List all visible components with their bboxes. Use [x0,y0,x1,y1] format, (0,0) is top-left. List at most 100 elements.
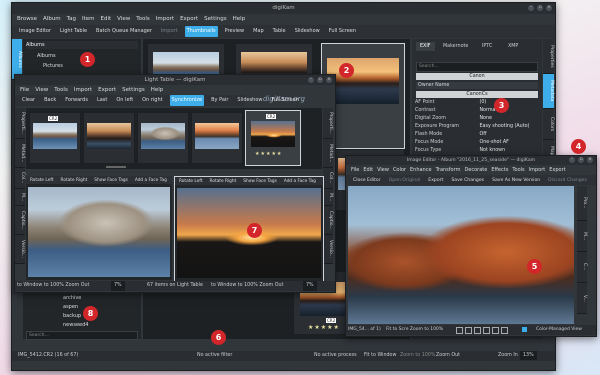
discard-changes-button[interactable]: Discard Changes [546,175,589,186]
side-tab-metadata[interactable]: Metadata [543,74,554,109]
lt-menu-help[interactable]: Help [151,85,164,95]
exif-row-focus-type[interactable]: Focus Type Not known [415,147,539,154]
tree-item-archive[interactable]: archive [63,295,81,301]
lt-right-rotate-left[interactable]: Rotate Left [177,176,205,187]
close-editor-button[interactable]: Close Editor [351,175,383,186]
menu-help[interactable]: Help [233,14,246,24]
editor-canvas-image[interactable] [348,186,574,324]
lt-menu-settings[interactable]: Settings [122,85,145,95]
menu-album[interactable]: Album [43,14,61,24]
lt-film-thumb-5-rating[interactable]: ★★★★★ [255,151,282,157]
preview-button[interactable]: Preview [223,26,246,37]
lt-left-rotate-right[interactable]: Rotate Right [59,175,90,186]
lt-left-preview-image[interactable] [28,187,170,277]
lt-filmstrip-scrollbar[interactable] [106,166,126,168]
table-button[interactable]: Table [271,26,288,37]
lt-left-rotate-left[interactable]: Rotate Left [28,175,56,186]
minimize-icon[interactable]: – [308,77,314,83]
menu-tools[interactable]: Tools [136,14,150,24]
menu-export[interactable]: Export [180,14,198,24]
save-changes-button[interactable]: Save Changes [449,175,486,186]
lt-forwards-button[interactable]: Forwards [63,95,90,106]
menu-import[interactable]: Import [156,14,174,24]
image-editor-button[interactable]: Image Editor [17,26,53,37]
editor-menu-file[interactable]: File [351,165,359,175]
lt-clear-button[interactable]: Clear [20,95,37,106]
lt-left-add-face-tag[interactable]: Add a Face Tag [133,175,169,186]
menu-edit[interactable]: Edit [101,14,112,24]
lt-left-tab-colors[interactable]: Col... [15,168,25,189]
lt-menu-file[interactable]: File [20,85,29,95]
lt-left-tab-maps[interactable]: M... [15,189,25,206]
editor-tab-properties[interactable]: Pro... [577,186,587,221]
tree-item-pictures[interactable]: Pictures [43,63,63,69]
fit-to-window-button[interactable]: Fit to Window [364,351,396,360]
tree-item-backup[interactable]: backup [63,313,81,319]
album-search-input[interactable]: Search... [26,331,138,340]
crop-icon[interactable] [456,327,463,334]
close-icon[interactable]: × [587,157,593,163]
tree-item-newseed4[interactable]: newseed4 [63,322,88,328]
editor-menu-import[interactable]: Import [529,165,546,175]
thumbnail-4-rating[interactable]: ★★★★★ [308,324,340,331]
lt-menu-export[interactable]: Export [98,85,116,95]
flip-icon[interactable] [474,327,481,334]
menu-tag[interactable]: Tag [67,14,76,24]
lt-on-right-button[interactable]: On right [140,95,164,106]
light-table-button[interactable]: Light Table [58,26,89,37]
levels-icon[interactable] [492,327,499,334]
fullscreen-button[interactable]: Full Screen [327,26,358,37]
open-original-button[interactable]: Open Original [387,175,423,186]
exif-row-contrast[interactable]: Contrast Normal [415,107,539,114]
zoom-100-button[interactable]: Zoom to 100% [400,351,435,360]
side-tab-colors[interactable]: Colors [543,109,554,140]
zoom-out-button[interactable]: Zoom Out [436,351,460,360]
editor-menu-decorate[interactable]: Decorate [464,165,487,175]
side-tab-properties[interactable]: Properties [543,39,554,74]
lt-film-thumb-1[interactable]: CR2 [29,112,81,164]
lt-left-tab-captions[interactable]: Captio... [15,206,25,235]
editor-menu-color[interactable]: Color [393,165,406,175]
zoom-in-button[interactable]: Zoom In [498,351,518,360]
lt-right-tab-properties[interactable]: Properti... [323,108,333,139]
editor-menu-export[interactable]: Export [549,165,565,175]
lt-left-tab-properties[interactable]: Properti... [15,108,25,139]
lt-film-thumb-3[interactable] [137,112,189,164]
map-button[interactable]: Map [251,26,266,37]
rotate-icon[interactable] [465,327,472,334]
editor-status-zoom[interactable]: Fit to Scre Zoom to 100% [386,325,443,335]
exif-row-af-point[interactable]: AF Point (0) [415,99,539,106]
thumbnails-button[interactable]: Thumbnails [184,26,218,37]
close-icon[interactable]: × [546,5,552,11]
exif-row-exposure-program[interactable]: Exposure Program Easy shooting (Auto) [415,123,539,130]
lt-right-rotate-right[interactable]: Rotate Right [208,176,239,187]
maximize-icon[interactable]: ▫ [537,5,543,11]
editor-color-managed[interactable]: Color-Managed View [536,325,582,335]
zoom-value[interactable]: 13% [520,351,537,360]
metadata-search-input[interactable]: Search... [416,62,538,72]
tree-item-albums[interactable]: Albums [37,53,56,59]
exif-row-focus-mode[interactable]: Focus Mode One-shot AF [415,139,539,146]
editor-tab-versions[interactable]: V... [577,283,587,314]
close-icon[interactable]: × [326,77,332,83]
lt-right-tab-maps[interactable]: M... [323,189,333,206]
lt-right-tab-metadata[interactable]: Metad... [323,139,333,168]
menu-browse[interactable]: Browse [17,14,37,24]
lt-slideshow-button[interactable]: Slideshow [235,95,264,106]
menu-settings[interactable]: Settings [204,14,227,24]
lt-menu-import[interactable]: Import [74,85,92,95]
lt-synchronize-button[interactable]: Synchronize [169,95,205,106]
tab-exif[interactable]: EXIF [416,42,435,51]
lt-on-left-button[interactable]: On left [114,95,135,106]
lt-right-tab-colors[interactable]: Col... [323,168,333,189]
lt-right-tab-versions[interactable]: Versio... [323,235,333,264]
color-managed-icon[interactable] [522,327,527,332]
histogram-icon[interactable] [483,327,490,334]
lt-menu-view[interactable]: View [35,85,48,95]
import-button[interactable]: Import [159,26,180,37]
editor-tab-metadata[interactable]: M... [577,221,587,252]
minimize-icon[interactable]: – [528,5,534,11]
minimize-icon[interactable]: – [569,157,575,163]
lt-film-thumb-4[interactable] [191,112,243,164]
maximize-icon[interactable]: ▫ [317,77,323,83]
